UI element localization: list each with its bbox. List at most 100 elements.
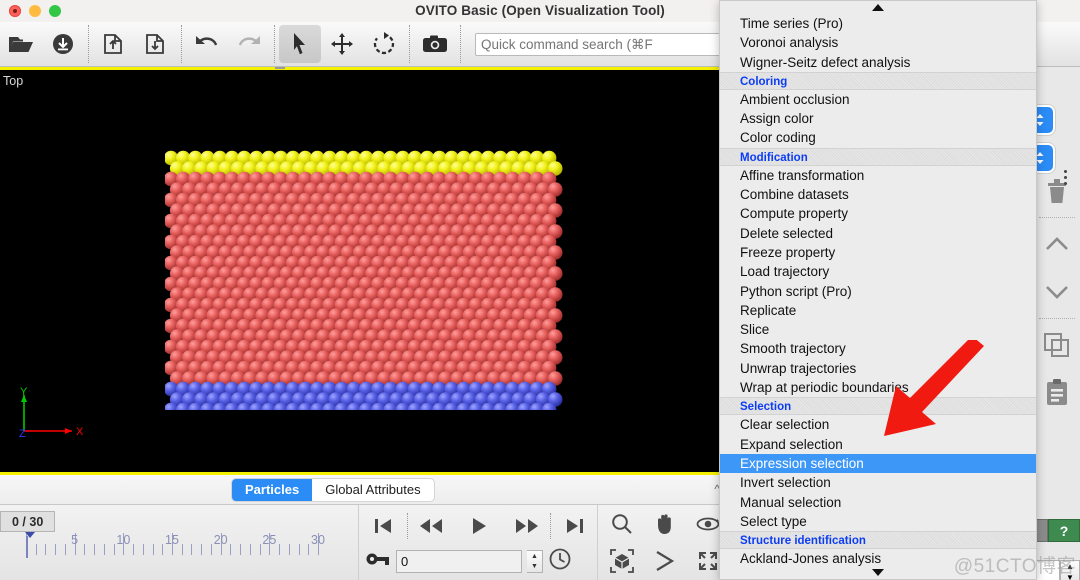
timeline-tick-label: 5	[71, 533, 78, 547]
timeline-tick-label: 15	[165, 533, 179, 547]
timeline-tick	[182, 544, 183, 555]
mode-button-group	[279, 22, 405, 67]
menu-item[interactable]: Load trajectory	[720, 262, 1036, 281]
menu-item[interactable]: Python script (Pro)	[720, 282, 1036, 301]
menu-item[interactable]: Compute property	[720, 204, 1036, 223]
menu-item[interactable]: Color coding	[720, 128, 1036, 147]
timeline-tick	[162, 544, 163, 555]
select-mode-icon[interactable]	[279, 25, 321, 63]
particle-visualization	[165, 150, 565, 410]
spinner-down-icon[interactable]: ▼	[527, 562, 542, 573]
menu-section-header: Structure identification	[720, 531, 1036, 549]
spinner-up-icon[interactable]: ▲	[527, 551, 542, 562]
menu-item[interactable]: Smooth trajectory	[720, 339, 1036, 358]
panel-divider	[1039, 318, 1075, 319]
undo-icon[interactable]	[186, 25, 228, 63]
timeline-tick	[133, 544, 134, 555]
menu-item[interactable]: Time series (Pro)	[720, 14, 1036, 33]
help-button[interactable]: ?	[1048, 519, 1080, 542]
move-down-icon[interactable]	[1033, 268, 1080, 316]
viewport-divider-handle[interactable]	[275, 67, 285, 69]
timeline-tick	[240, 544, 241, 555]
play-button[interactable]	[455, 512, 503, 540]
menu-item[interactable]: Unwrap trajectories	[720, 359, 1036, 378]
timeline-tick-label: 10	[116, 533, 130, 547]
frame-spinner[interactable]: ▲ ▼	[527, 550, 543, 573]
timeline-cursor	[26, 536, 28, 558]
pan-tool-icon[interactable]	[643, 505, 686, 542]
clipboard-icon[interactable]	[1033, 369, 1080, 417]
menu-item[interactable]: Ambient occlusion	[720, 90, 1036, 109]
toolbar-separator	[409, 25, 410, 63]
timeline-tick	[104, 544, 105, 555]
menu-item[interactable]: Affine transformation	[720, 166, 1036, 185]
render-camera-icon[interactable]	[414, 25, 456, 63]
menu-item[interactable]: Select type	[720, 512, 1036, 531]
viewport-caption[interactable]: Top	[3, 74, 23, 88]
animation-settings-button[interactable]	[548, 547, 572, 576]
scroll-up-arrow[interactable]	[720, 1, 1036, 14]
timeline-tick	[289, 544, 290, 555]
menu-item[interactable]: Assign color	[720, 109, 1036, 128]
menu-item-list: Time series (Pro)Voronoi analysisWigner-…	[720, 14, 1036, 580]
menu-section-header: Coloring	[720, 72, 1036, 90]
menu-item[interactable]: Delete selected	[720, 224, 1036, 243]
download-remote-icon[interactable]	[42, 25, 84, 63]
timeline-tick	[55, 544, 56, 555]
timeline-tick	[143, 544, 144, 555]
menu-section-header: Selection	[720, 397, 1036, 415]
menu-item[interactable]: Manual selection	[720, 493, 1036, 512]
tab-particles[interactable]: Particles	[232, 479, 312, 501]
menu-item[interactable]: Wigner-Seitz defect analysis	[720, 53, 1036, 72]
modifier-dropdown-menu[interactable]: Time series (Pro)Voronoi analysisWigner-…	[719, 0, 1037, 580]
viewport[interactable]: Top X Y Z	[0, 67, 730, 475]
previous-frame-button[interactable]	[408, 512, 456, 540]
move-up-icon[interactable]	[1033, 220, 1080, 268]
timeline-tick-label: 30	[311, 533, 325, 547]
menu-item[interactable]: Freeze property	[720, 243, 1036, 262]
timeline-slider[interactable]: 51015202530 0 / 30	[0, 505, 355, 580]
open-file-icon[interactable]	[0, 25, 42, 63]
goto-start-button[interactable]	[359, 512, 407, 540]
timeline-tick	[201, 544, 202, 555]
toolbar-separator	[88, 25, 89, 63]
timeline-tick	[260, 544, 261, 555]
toggle-state-icon[interactable]	[1033, 321, 1080, 369]
delete-modifier-icon[interactable]	[1033, 167, 1080, 215]
redo-icon[interactable]	[228, 25, 270, 63]
rotate-mode-icon[interactable]	[363, 25, 405, 63]
current-frame-marker[interactable]: 0 / 30	[0, 511, 55, 532]
menu-item[interactable]: Clear selection	[720, 415, 1036, 434]
playback-controls: 0 ▲ ▼	[358, 505, 598, 580]
auto-key-button[interactable]	[365, 549, 391, 574]
more-options-icon[interactable]	[1064, 167, 1067, 188]
menu-item[interactable]: Expression selection	[720, 454, 1036, 473]
menu-item[interactable]: Expand selection	[720, 435, 1036, 454]
menu-item[interactable]: Combine datasets	[720, 185, 1036, 204]
timeline-tick	[94, 544, 95, 555]
timeline-tick	[114, 544, 115, 555]
tab-global-attributes[interactable]: Global Attributes	[312, 479, 433, 501]
menu-item[interactable]: Voronoi analysis	[720, 33, 1036, 52]
animation-bar: 51015202530 0 / 30	[0, 505, 730, 580]
load-session-icon[interactable]	[135, 25, 177, 63]
timeline-tick-label: 25	[262, 533, 276, 547]
zoom-tool-icon[interactable]	[600, 505, 643, 542]
menu-item[interactable]: Replicate	[720, 301, 1036, 320]
menu-item[interactable]: Slice	[720, 320, 1036, 339]
menu-item[interactable]: Wrap at periodic boundaries	[720, 378, 1036, 397]
save-session-icon[interactable]	[93, 25, 135, 63]
field-of-view-icon[interactable]	[643, 542, 686, 579]
svg-text:X: X	[76, 426, 84, 438]
file-button-group	[0, 22, 177, 67]
current-frame-input[interactable]: 0	[396, 550, 522, 573]
menu-item[interactable]: Invert selection	[720, 473, 1036, 492]
move-mode-icon[interactable]	[321, 25, 363, 63]
next-frame-button[interactable]	[503, 512, 551, 540]
goto-end-button[interactable]	[551, 512, 599, 540]
zoom-scene-extents-icon[interactable]	[600, 542, 643, 579]
timeline-tick	[279, 544, 280, 555]
timeline-tick	[65, 544, 66, 555]
viewport-navigation-controls	[600, 505, 730, 580]
timeline-tick	[191, 544, 192, 555]
